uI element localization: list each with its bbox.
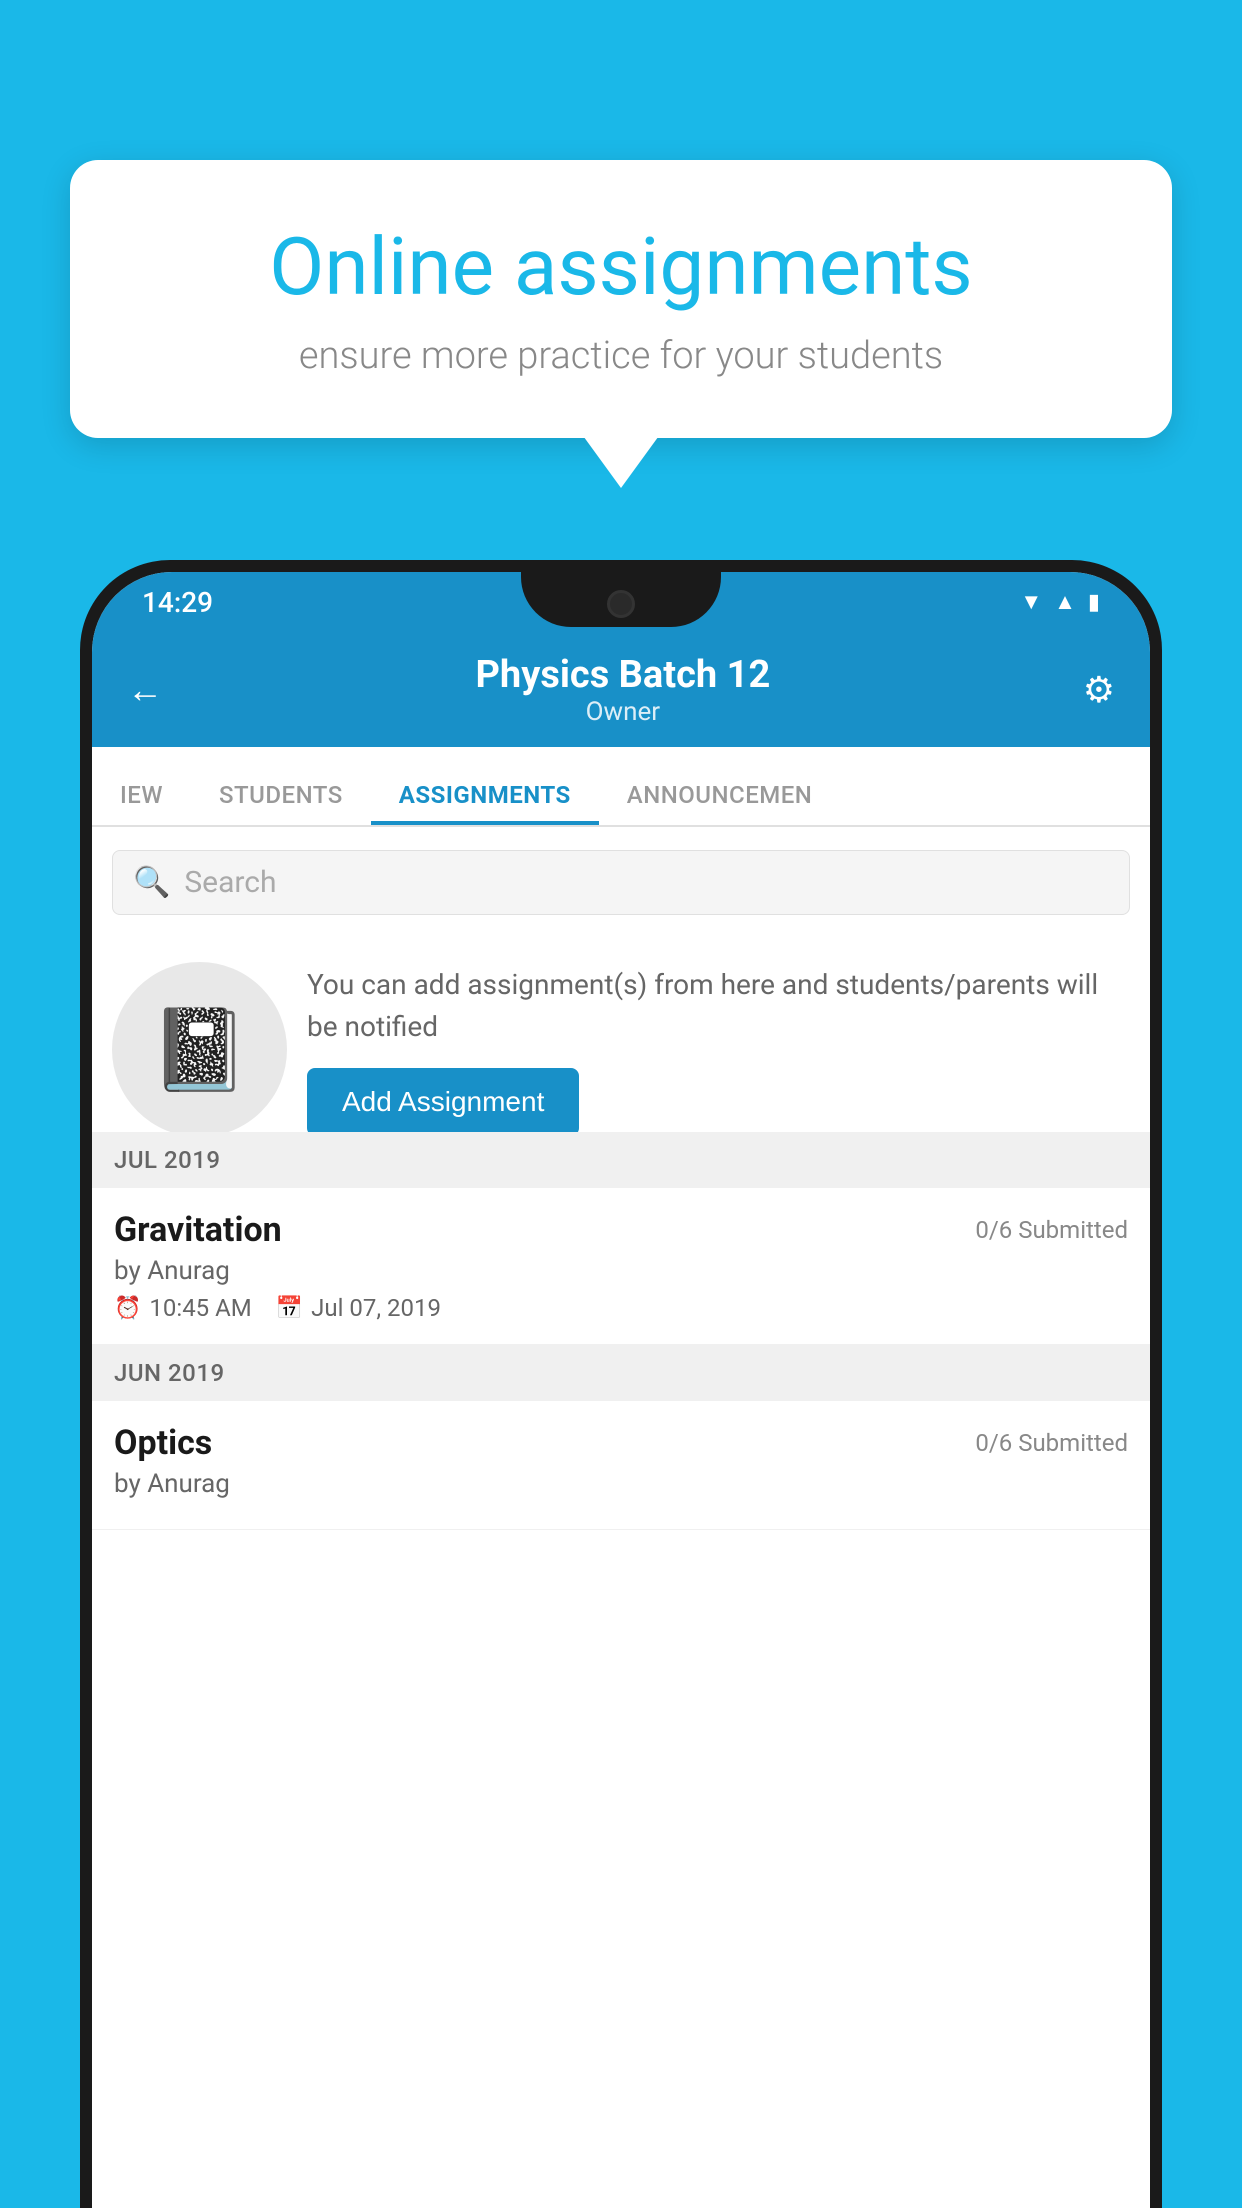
search-icon: 🔍 — [133, 865, 170, 900]
tab-students[interactable]: STUDENTS — [191, 781, 371, 825]
assignment-date-value: Jul 07, 2019 — [311, 1294, 441, 1322]
camera-icon — [607, 590, 635, 618]
assignment-by-optics: by Anurag — [114, 1469, 1128, 1499]
promo-text: You can add assignment(s) from here and … — [307, 964, 1130, 1048]
assignment-meta-gravitation: ⏰ 10:45 AM 📅 Jul 07, 2019 — [114, 1294, 1128, 1322]
screen-content: 14:29 ▼ ▲ ▮ ← Physics Batch 12 Owner ⚙ I… — [92, 572, 1150, 2208]
section-jul-2019: JUL 2019 — [92, 1132, 1150, 1188]
signal-icon: ▲ — [1054, 589, 1076, 615]
app-header: ← Physics Batch 12 Owner ⚙ — [92, 632, 1150, 747]
assignment-time: ⏰ 10:45 AM — [114, 1294, 252, 1322]
notebook-icon: 📓 — [150, 1003, 250, 1097]
phone-screen: 14:29 ▼ ▲ ▮ ← Physics Batch 12 Owner ⚙ I… — [92, 572, 1150, 2208]
assignment-optics[interactable]: Optics 0/6 Submitted by Anurag — [92, 1401, 1150, 1530]
assignments-area: JUL 2019 Gravitation 0/6 Submitted by An… — [92, 1132, 1150, 1530]
calendar-icon: 📅 — [276, 1296, 303, 1321]
assignment-title-optics: Optics — [114, 1423, 212, 1463]
tab-announcements[interactable]: ANNOUNCEMEN — [599, 781, 841, 825]
tab-assignments[interactable]: ASSIGNMENTS — [371, 781, 599, 825]
promo-content: You can add assignment(s) from here and … — [307, 964, 1130, 1136]
status-time: 14:29 — [142, 586, 213, 619]
assignment-submitted-optics: 0/6 Submitted — [975, 1429, 1128, 1457]
promo-icon-circle: 📓 — [112, 962, 287, 1137]
clock-icon: ⏰ — [114, 1296, 141, 1321]
header-title: Physics Batch 12 — [475, 653, 770, 697]
bubble-subtitle: ensure more practice for your students — [140, 334, 1102, 378]
header-subtitle: Owner — [475, 697, 770, 727]
phone-frame: 14:29 ▼ ▲ ▮ ← Physics Batch 12 Owner ⚙ I… — [80, 560, 1162, 2208]
assignment-submitted-gravitation: 0/6 Submitted — [975, 1216, 1128, 1244]
assignment-row-title-optics: Optics 0/6 Submitted — [114, 1423, 1128, 1463]
add-assignment-button[interactable]: Add Assignment — [307, 1068, 579, 1136]
back-button[interactable]: ← — [127, 669, 163, 711]
phone-notch — [521, 572, 721, 627]
assignment-gravitation[interactable]: Gravitation 0/6 Submitted by Anurag ⏰ 10… — [92, 1188, 1150, 1345]
settings-icon[interactable]: ⚙ — [1083, 669, 1115, 711]
assignment-time-value: 10:45 AM — [149, 1294, 251, 1322]
section-jun-2019: JUN 2019 — [92, 1345, 1150, 1401]
bubble-title: Online assignments — [140, 220, 1102, 314]
search-bar[interactable]: 🔍 Search — [112, 850, 1130, 915]
tab-iew[interactable]: IEW — [92, 781, 191, 825]
header-title-group: Physics Batch 12 Owner — [475, 653, 770, 727]
assignment-row-title: Gravitation 0/6 Submitted — [114, 1210, 1128, 1250]
assignment-by-gravitation: by Anurag — [114, 1256, 1128, 1286]
status-icons: ▼ ▲ ▮ — [1020, 589, 1100, 615]
speech-bubble: Online assignments ensure more practice … — [70, 160, 1172, 438]
wifi-icon: ▼ — [1020, 589, 1042, 615]
search-section: 🔍 Search — [92, 832, 1150, 933]
tabs-bar: IEW STUDENTS ASSIGNMENTS ANNOUNCEMEN — [92, 747, 1150, 827]
assignment-title-gravitation: Gravitation — [114, 1210, 282, 1250]
battery-icon: ▮ — [1088, 590, 1100, 615]
search-placeholder: Search — [184, 865, 276, 900]
assignment-date: 📅 Jul 07, 2019 — [276, 1294, 441, 1322]
